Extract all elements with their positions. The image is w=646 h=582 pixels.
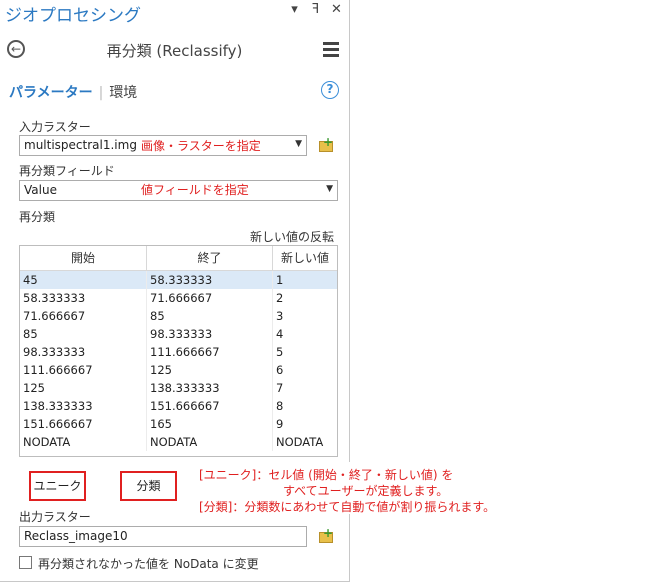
- tab-separator: |: [98, 85, 104, 101]
- cell-new-value[interactable]: 3: [273, 307, 337, 325]
- reverse-new-values-link[interactable]: 新しい値の反転: [250, 228, 334, 245]
- cell-start[interactable]: 151.666667: [20, 415, 147, 433]
- pane-title: ジオプロセシング: [5, 6, 141, 26]
- cell-start[interactable]: 138.333333: [20, 397, 147, 415]
- classify-button[interactable]: 分類: [120, 471, 177, 501]
- reclassification-label: 再分類: [19, 210, 56, 224]
- browse-folder-icon[interactable]: +: [318, 135, 334, 153]
- cell-end[interactable]: 165: [147, 415, 273, 433]
- output-raster-value: Reclass_image10: [24, 529, 128, 543]
- pane-controls: ▾ ꟻ ✕: [288, 2, 343, 17]
- nodata-checkbox[interactable]: [19, 556, 32, 569]
- tool-title: 再分類 (Reclassify): [106, 42, 243, 60]
- table-row[interactable]: 85 98.333333 4: [20, 325, 337, 343]
- cell-end[interactable]: 58.333333: [147, 271, 273, 289]
- column-header-start[interactable]: 開始: [20, 246, 147, 270]
- chevron-down-icon: ▼: [295, 139, 302, 149]
- cell-start[interactable]: 58.333333: [20, 289, 147, 307]
- reclass-field-value: Value: [24, 183, 57, 197]
- output-raster-label: 出力ラスター: [19, 510, 91, 524]
- cell-start[interactable]: 45: [20, 271, 147, 289]
- column-header-new-value[interactable]: 新しい値: [273, 246, 337, 270]
- pane-titlebar: ジオプロセシング ▾ ꟻ ✕: [0, 0, 349, 26]
- tab-bar: パラメーター | 環境: [9, 82, 137, 102]
- table-row[interactable]: NODATA NODATA NODATA: [20, 433, 337, 451]
- input-raster-value: multispectral1.img: [24, 138, 137, 152]
- cell-start[interactable]: 71.666667: [20, 307, 147, 325]
- table-row[interactable]: 71.666667 85 3: [20, 307, 337, 325]
- cell-new-value[interactable]: 9: [273, 415, 337, 433]
- callout-line-unique: [ユニーク]：セル値 (開始・終了・新しい値) を: [199, 468, 454, 482]
- cell-new-value[interactable]: 5: [273, 343, 337, 361]
- cell-new-value[interactable]: 2: [273, 289, 337, 307]
- callout-line-classify: [分類]：分類数にあわせて自動で値が割り振られます。: [199, 500, 496, 514]
- column-header-end[interactable]: 終了: [147, 246, 273, 270]
- cell-new-value[interactable]: 7: [273, 379, 337, 397]
- table-header: 開始 終了 新しい値: [20, 246, 337, 271]
- table-row[interactable]: 58.333333 71.666667 2: [20, 289, 337, 307]
- reclass-field-annotation: 値フィールドを指定: [141, 183, 249, 197]
- tab-parameters[interactable]: パラメーター: [9, 85, 93, 101]
- table-row[interactable]: 151.666667 165 9: [20, 415, 337, 433]
- table-row[interactable]: 111.666667 125 6: [20, 361, 337, 379]
- output-raster-field[interactable]: Reclass_image10: [19, 526, 307, 547]
- cell-new-value[interactable]: 4: [273, 325, 337, 343]
- pin-icon[interactable]: ꟻ: [309, 2, 322, 17]
- cell-start[interactable]: 85: [20, 325, 147, 343]
- cell-end[interactable]: 71.666667: [147, 289, 273, 307]
- help-icon[interactable]: ?: [321, 81, 339, 99]
- hamburger-menu-icon[interactable]: [323, 42, 339, 60]
- table-row[interactable]: 138.333333 151.666667 8: [20, 397, 337, 415]
- unique-button[interactable]: ユニーク: [29, 471, 86, 501]
- cell-end[interactable]: 98.333333: [147, 325, 273, 343]
- reclass-table: 開始 終了 新しい値 45 58.333333 1 58.333333 71.6…: [19, 245, 338, 457]
- input-raster-annotation: 画像・ラスターを指定: [141, 139, 261, 153]
- table-row[interactable]: 125 138.333333 7: [20, 379, 337, 397]
- reclass-field-label: 再分類フィールド: [19, 164, 115, 178]
- cell-end[interactable]: 85: [147, 307, 273, 325]
- tool-header: ← 再分類 (Reclassify): [0, 34, 349, 68]
- cell-start[interactable]: 125: [20, 379, 147, 397]
- explanation-callout: [ユニーク]：セル値 (開始・終了・新しい値) を すべてユーザーが定義します。…: [191, 462, 541, 514]
- input-raster-label: 入力ラスター: [19, 120, 91, 134]
- cell-new-value[interactable]: 6: [273, 361, 337, 379]
- cell-end[interactable]: 125: [147, 361, 273, 379]
- callout-line-unique-cont: すべてユーザーが定義します。: [283, 484, 449, 498]
- cell-end[interactable]: 138.333333: [147, 379, 273, 397]
- cell-new-value[interactable]: NODATA: [273, 433, 337, 451]
- dropdown-arrow-icon[interactable]: ▾: [288, 2, 301, 17]
- cell-start[interactable]: 111.666667: [20, 361, 147, 379]
- cell-start[interactable]: 98.333333: [20, 343, 147, 361]
- nodata-checkbox-label: 再分類されなかった値を NoData に変更: [38, 557, 259, 571]
- cell-end[interactable]: NODATA: [147, 433, 273, 451]
- cell-end[interactable]: 111.666667: [147, 343, 273, 361]
- cell-new-value[interactable]: 8: [273, 397, 337, 415]
- tab-environments[interactable]: 環境: [109, 85, 137, 101]
- table-row[interactable]: 45 58.333333 1: [20, 271, 337, 289]
- table-row[interactable]: 98.333333 111.666667 5: [20, 343, 337, 361]
- close-icon[interactable]: ✕: [330, 2, 343, 17]
- cell-end[interactable]: 151.666667: [147, 397, 273, 415]
- cell-new-value[interactable]: 1: [273, 271, 337, 289]
- browse-folder-icon[interactable]: +: [318, 526, 334, 544]
- cell-start[interactable]: NODATA: [20, 433, 147, 451]
- chevron-down-icon: ▼: [326, 184, 333, 194]
